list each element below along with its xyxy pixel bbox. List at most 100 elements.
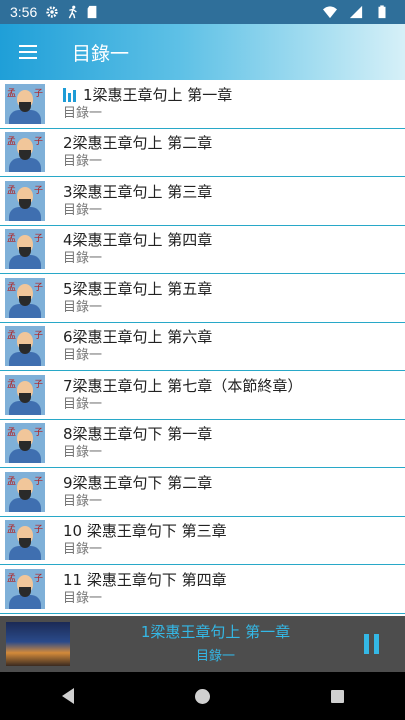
thumb-char-2: 子 (33, 573, 43, 584)
list-item[interactable]: 孟子 2梁惠王章句上 第二章 目錄一 (0, 129, 405, 177)
chapter-thumbnail: 孟子 (5, 132, 45, 173)
list-item-title-line: 3梁惠王章句上 第三章 (63, 182, 212, 202)
nav-home-button[interactable] (179, 672, 227, 720)
list-item-title-line: 4梁惠王章句上 第四章 (63, 230, 212, 250)
pause-button[interactable] (351, 624, 391, 664)
list-item[interactable]: 孟子 1梁惠王章句上 第一章 目錄一 (0, 80, 405, 129)
thumb-char-1: 孟 (7, 282, 17, 293)
gear-icon (46, 6, 58, 18)
list-item-title: 4梁惠王章句上 第四章 (63, 231, 213, 250)
thumb-char-2: 子 (33, 476, 43, 487)
player-info[interactable]: 1梁惠王章句上 第一章 目錄一 (80, 621, 351, 667)
list-item[interactable]: 孟子 10 梁惠王章句下 第三章 目錄一 (0, 517, 405, 565)
thumb-char-2: 子 (33, 88, 43, 99)
chapter-thumbnail: 孟子 (5, 229, 45, 270)
thumb-char-1: 孟 (7, 428, 17, 439)
mini-player[interactable]: 1梁惠王章句上 第一章 目錄一 (0, 616, 405, 672)
list-item-subtitle: 目錄一 (63, 299, 103, 315)
list-item-title-line: 2梁惠王章句上 第二章 (63, 133, 212, 153)
list-item[interactable]: 孟子 6梁惠王章句上 第六章 目錄一 (0, 323, 405, 371)
list-item-title: 6梁惠王章句上 第六章 (63, 328, 213, 347)
now-playing-icon (63, 87, 79, 102)
thumb-char-2: 子 (33, 379, 43, 390)
list-item-subtitle: 目錄一 (63, 396, 103, 412)
chapter-thumbnail: 孟子 (5, 326, 45, 367)
list-item[interactable]: 孟子 4梁惠王章句上 第四章 目錄一 (0, 226, 405, 274)
list-item-title-line: 7梁惠王章句上 第七章（本節終章） (63, 376, 302, 396)
list-item-title: 5梁惠王章句上 第五章 (63, 279, 213, 298)
list-item-texts: 5梁惠王章句上 第五章 目錄一 (63, 279, 212, 317)
signal-icon (349, 5, 363, 19)
thumb-char-2: 子 (33, 525, 43, 536)
list-item[interactable]: 孟子 9梁惠王章句下 第二章 目錄一 (0, 468, 405, 517)
list-item-title: 10 梁惠王章句下 第三章 (63, 522, 227, 541)
nav-back-button[interactable] (44, 672, 92, 720)
nav-recents-button[interactable] (314, 672, 362, 720)
list-item-title-line: 9梁惠王章句下 第二章 (63, 473, 212, 493)
thumb-char-1: 孟 (7, 476, 17, 487)
hamburger-menu-icon (19, 45, 37, 59)
list-item-subtitle: 目錄一 (63, 590, 103, 606)
thumb-char-2: 子 (33, 234, 43, 245)
list-item[interactable]: 孟子 8梁惠王章句下 第一章 目錄一 (0, 420, 405, 468)
list-item-title-line: 10 梁惠王章句下 第三章 (63, 521, 227, 541)
chapter-thumbnail: 孟子 (5, 471, 45, 512)
thumb-char-1: 孟 (7, 379, 17, 390)
chapter-thumbnail: 孟子 (5, 423, 45, 464)
thumb-char-1: 孟 (7, 525, 17, 536)
thumb-char-1: 孟 (7, 573, 17, 584)
status-time: 3:56 (10, 4, 38, 20)
list-item-title: 1梁惠王章句上 第一章 (83, 85, 233, 104)
player-track-subtitle: 目錄一 (195, 649, 235, 664)
list-item-texts: 8梁惠王章句下 第一章 目錄一 (63, 424, 212, 462)
list-item-subtitle: 目錄一 (63, 542, 103, 558)
wifi-icon (323, 6, 337, 19)
list-item-title-line: 5梁惠王章句上 第五章 (63, 279, 212, 299)
status-bar: 3:56 (0, 0, 405, 24)
list-item-texts: 10 梁惠王章句下 第三章 目錄一 (63, 521, 227, 559)
list-item[interactable]: 孟 子 3梁惠王章句上 第三章 目錄一 (0, 177, 405, 226)
thumb-char-2: 子 (33, 137, 43, 148)
list-item[interactable]: 孟子 11 梁惠王章句下 第四章 目錄一 (0, 565, 405, 614)
sd-card-icon (87, 5, 97, 19)
back-icon (61, 688, 74, 704)
list-item-title-line: 11 梁惠王章句下 第四章 (63, 570, 227, 590)
thumb-char-1: 孟 (7, 234, 17, 245)
list-item-title: 3梁惠王章句上 第三章 (63, 182, 213, 201)
menu-button[interactable] (0, 24, 56, 80)
list-item-texts: 6梁惠王章句上 第六章 目錄一 (63, 327, 212, 365)
list-item-title-line: 6梁惠王章句上 第六章 (63, 327, 212, 347)
chapter-list[interactable]: 孟子 1梁惠王章句上 第一章 目錄一孟子 2梁惠王章句上 第二章 目錄一孟子 3梁惠王章句… (0, 80, 405, 616)
pause-icon-bar (373, 634, 379, 654)
player-track-title: 1梁惠王章句上 第一章 (140, 623, 291, 641)
pause-icon (363, 634, 369, 654)
list-item-texts: 4梁惠王章句上 第四章 目錄一 (63, 230, 212, 268)
home-icon (195, 688, 210, 704)
thumb-char-1: 孟 (7, 185, 17, 196)
thumb-char-2: 子 (33, 185, 43, 196)
app-bar: 目錄一 (0, 24, 405, 80)
list-item-title: 7梁惠王章句上 第七章（本節終章） (63, 376, 303, 395)
run-icon (68, 5, 78, 19)
chapter-thumbnail: 孟子 (5, 568, 45, 609)
chapter-thumbnail: 孟子 (5, 520, 45, 561)
list-item-title: 2梁惠王章句上 第二章 (63, 134, 213, 153)
chapter-thumbnail: 孟子 (5, 83, 45, 124)
list-item-title-line: 1梁惠王章句上 第一章 (63, 85, 232, 105)
list-item-texts: 11 梁惠王章句下 第四章 目錄一 (63, 570, 227, 608)
album-art[interactable] (6, 622, 70, 666)
list-item[interactable]: 孟子 5梁惠王章句上 第五章 目錄一 (0, 274, 405, 323)
system-nav-bar (0, 672, 405, 720)
list-item-texts: 2梁惠王章句上 第二章 目錄一 (63, 133, 212, 171)
list-item-texts: 7梁惠王章句上 第七章（本節終章） 目錄一 (63, 376, 302, 414)
thumb-char-1: 孟 (7, 88, 17, 99)
list-item-title-line: 8梁惠王章句下 第一章 (63, 424, 212, 444)
thumb-char-1: 孟 (7, 137, 17, 148)
recents-icon (331, 689, 344, 703)
thumb-char-1: 孟 (7, 331, 17, 342)
list-item[interactable]: 孟 子 7梁惠王章句上 第七章（本節終章） 目錄一 (0, 371, 405, 420)
list-item-subtitle: 目錄一 (63, 202, 103, 218)
thumb-char-2: 子 (33, 331, 43, 342)
list-item-subtitle: 目錄一 (63, 105, 103, 121)
list-item-subtitle: 目錄一 (63, 154, 103, 170)
